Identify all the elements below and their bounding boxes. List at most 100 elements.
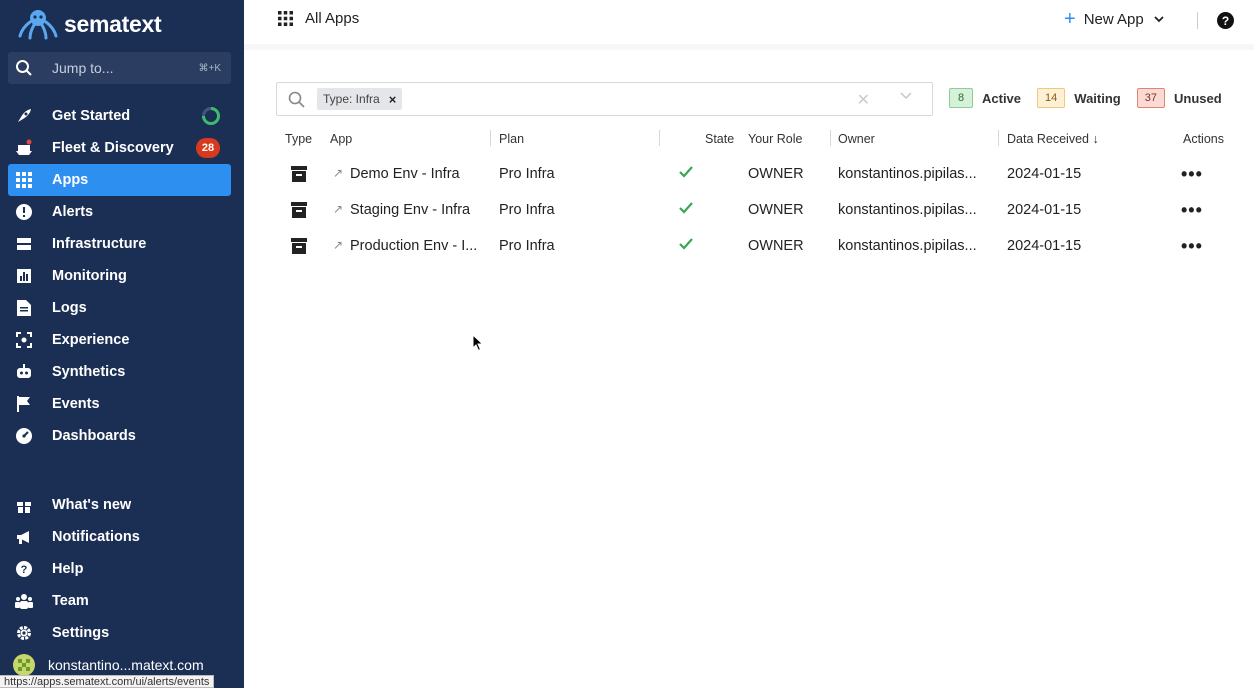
grid-icon <box>278 11 293 26</box>
unused-label: Unused <box>1173 90 1222 106</box>
chevron-down-icon[interactable] <box>900 92 912 100</box>
sidebar-item-logs[interactable]: Logs <box>8 292 231 324</box>
sidebar-item-team[interactable]: Team <box>8 585 231 617</box>
new-app-label: New App <box>1083 10 1144 28</box>
sidebar-item-label: Help <box>52 561 84 577</box>
alert-icon <box>8 203 40 221</box>
link-status-bar: https://apps.sematext.com/ui/alerts/even… <box>0 675 215 688</box>
ship-icon <box>8 139 40 157</box>
sidebar-item-apps[interactable]: Apps <box>8 164 231 196</box>
clear-filter-icon[interactable]: ✕ <box>857 90 870 110</box>
check-icon <box>679 238 693 250</box>
gift-icon <box>8 497 40 513</box>
column-header-state[interactable]: State <box>705 132 734 146</box>
sidebar-item-get-started[interactable]: Get Started <box>8 100 231 132</box>
sidebar-item-alerts[interactable]: Alerts <box>8 196 231 228</box>
sidebar-item-label: Dashboards <box>52 428 136 444</box>
active-label: Active <box>982 90 1022 106</box>
app-name-link[interactable]: Demo Env - Infra <box>350 166 460 182</box>
apps-content: Type: Infra × ✕ 8 Active 14 Waiting 37 U… <box>244 44 1254 688</box>
data-received-cell: 2024-01-15 <box>1007 202 1082 218</box>
sidebar-item-label: Settings <box>52 625 110 641</box>
jump-to-search[interactable]: Jump to... ⌘+K <box>8 52 231 84</box>
page-title: All Apps <box>305 10 360 27</box>
user-account[interactable]: konstantino...matext.com <box>12 654 204 676</box>
owner-cell: konstantinos.pipilas... <box>838 238 977 254</box>
data-received-cell: 2024-01-15 <box>1007 238 1082 254</box>
sidebar-item-settings[interactable]: Settings <box>8 617 231 649</box>
waiting-count-badge[interactable]: 14 <box>1037 88 1066 108</box>
sidebar-item-label: Events <box>52 396 100 412</box>
column-header-app[interactable]: App <box>330 132 352 146</box>
secondary-nav: What's new Notifications ? Help Team Set… <box>8 489 231 649</box>
open-link-icon[interactable]: ↗ <box>333 166 343 180</box>
sidebar-item-notifications[interactable]: Notifications <box>8 521 231 553</box>
column-resizer[interactable] <box>490 130 491 146</box>
column-resizer[interactable] <box>830 130 831 146</box>
sidebar-item-monitoring[interactable]: Monitoring <box>8 260 231 292</box>
sidebar-item-events[interactable]: Events <box>8 388 231 420</box>
active-count-badge[interactable]: 8 <box>949 88 973 108</box>
sidebar-item-whats-new[interactable]: What's new <box>8 489 231 521</box>
plan-cell: Pro Infra <box>499 238 555 254</box>
sidebar-item-label: Logs <box>52 300 87 316</box>
more-actions-icon[interactable]: ••• <box>1181 164 1203 185</box>
sidebar-item-fleet-discovery[interactable]: Fleet & Discovery 28 <box>8 132 231 164</box>
table-row[interactable]: ↗ Production Env - I... Pro Infra OWNER … <box>276 228 1236 264</box>
column-header-actions: Actions <box>1183 132 1224 146</box>
breadcrumb[interactable]: All Apps <box>278 10 359 27</box>
sidebar-item-label: Fleet & Discovery <box>52 140 174 156</box>
jump-shortcut: ⌘+K <box>198 62 221 74</box>
more-actions-icon[interactable]: ••• <box>1181 200 1203 221</box>
column-header-data-received[interactable]: Data Received ↓ <box>1007 132 1099 146</box>
more-actions-icon[interactable]: ••• <box>1181 236 1203 257</box>
owner-cell: konstantinos.pipilas... <box>838 202 977 218</box>
owner-cell: konstantinos.pipilas... <box>838 166 977 182</box>
table-row[interactable]: ↗ Demo Env - Infra Pro Infra OWNER konst… <box>276 156 1236 192</box>
scan-icon <box>8 332 40 348</box>
sidebar-item-synthetics[interactable]: Synthetics <box>8 356 231 388</box>
sidebar-item-label: What's new <box>52 497 132 513</box>
sidebar-item-dashboards[interactable]: Dashboards <box>8 420 231 452</box>
state-legend: 8 Active 14 Waiting 37 Unused <box>949 88 1238 108</box>
sidebar-item-label: Infrastructure <box>52 236 147 252</box>
new-app-button[interactable]: + New App <box>1064 9 1164 29</box>
role-cell: OWNER <box>748 238 804 254</box>
unused-count-badge[interactable]: 37 <box>1136 88 1165 108</box>
grid-icon <box>8 172 40 188</box>
gauge-icon <box>8 427 40 445</box>
column-header-type[interactable]: Type <box>285 132 312 146</box>
column-resizer[interactable] <box>659 130 660 146</box>
search-icon <box>8 59 40 77</box>
sidebar-item-label: Notifications <box>52 529 140 545</box>
help-icon[interactable]: ? <box>1217 12 1234 29</box>
role-cell: OWNER <box>748 166 804 182</box>
plan-cell: Pro Infra <box>499 202 555 218</box>
help-icon: ? <box>8 560 40 578</box>
table-row[interactable]: ↗ Staging Env - Infra Pro Infra OWNER ko… <box>276 192 1236 228</box>
sidebar-item-help[interactable]: ? Help <box>8 553 231 585</box>
column-header-role[interactable]: Your Role <box>748 132 802 146</box>
brand-logo[interactable]: sematext <box>16 8 162 40</box>
column-header-owner[interactable]: Owner <box>838 132 875 146</box>
column-header-plan[interactable]: Plan <box>499 132 524 146</box>
column-resizer[interactable] <box>998 130 999 146</box>
open-link-icon[interactable]: ↗ <box>333 238 343 252</box>
sidebar-item-experience[interactable]: Experience <box>8 324 231 356</box>
sidebar-item-label: Synthetics <box>52 364 126 380</box>
remove-chip-icon[interactable]: × <box>389 92 397 107</box>
filter-chip-label: Type: Infra <box>323 92 380 106</box>
open-link-icon[interactable]: ↗ <box>333 202 343 216</box>
app-name-link[interactable]: Staging Env - Infra <box>350 202 470 218</box>
app-name-link[interactable]: Production Env - I... <box>350 238 477 254</box>
archive-box-icon <box>291 202 307 218</box>
sidebar-item-label: Alerts <box>52 204 94 220</box>
octopus-logo-icon <box>18 10 58 40</box>
filter-bar[interactable]: Type: Infra × ✕ <box>276 82 933 116</box>
sidebar-item-infrastructure[interactable]: Infrastructure <box>8 228 231 260</box>
sidebar: sematext Jump to... ⌘+K Get Started Flee… <box>0 0 244 688</box>
role-cell: OWNER <box>748 202 804 218</box>
user-email: konstantino...matext.com <box>48 657 204 673</box>
main-nav: Get Started Fleet & Discovery 28 Apps Al… <box>8 100 231 452</box>
filter-chip-type[interactable]: Type: Infra × <box>317 88 403 110</box>
